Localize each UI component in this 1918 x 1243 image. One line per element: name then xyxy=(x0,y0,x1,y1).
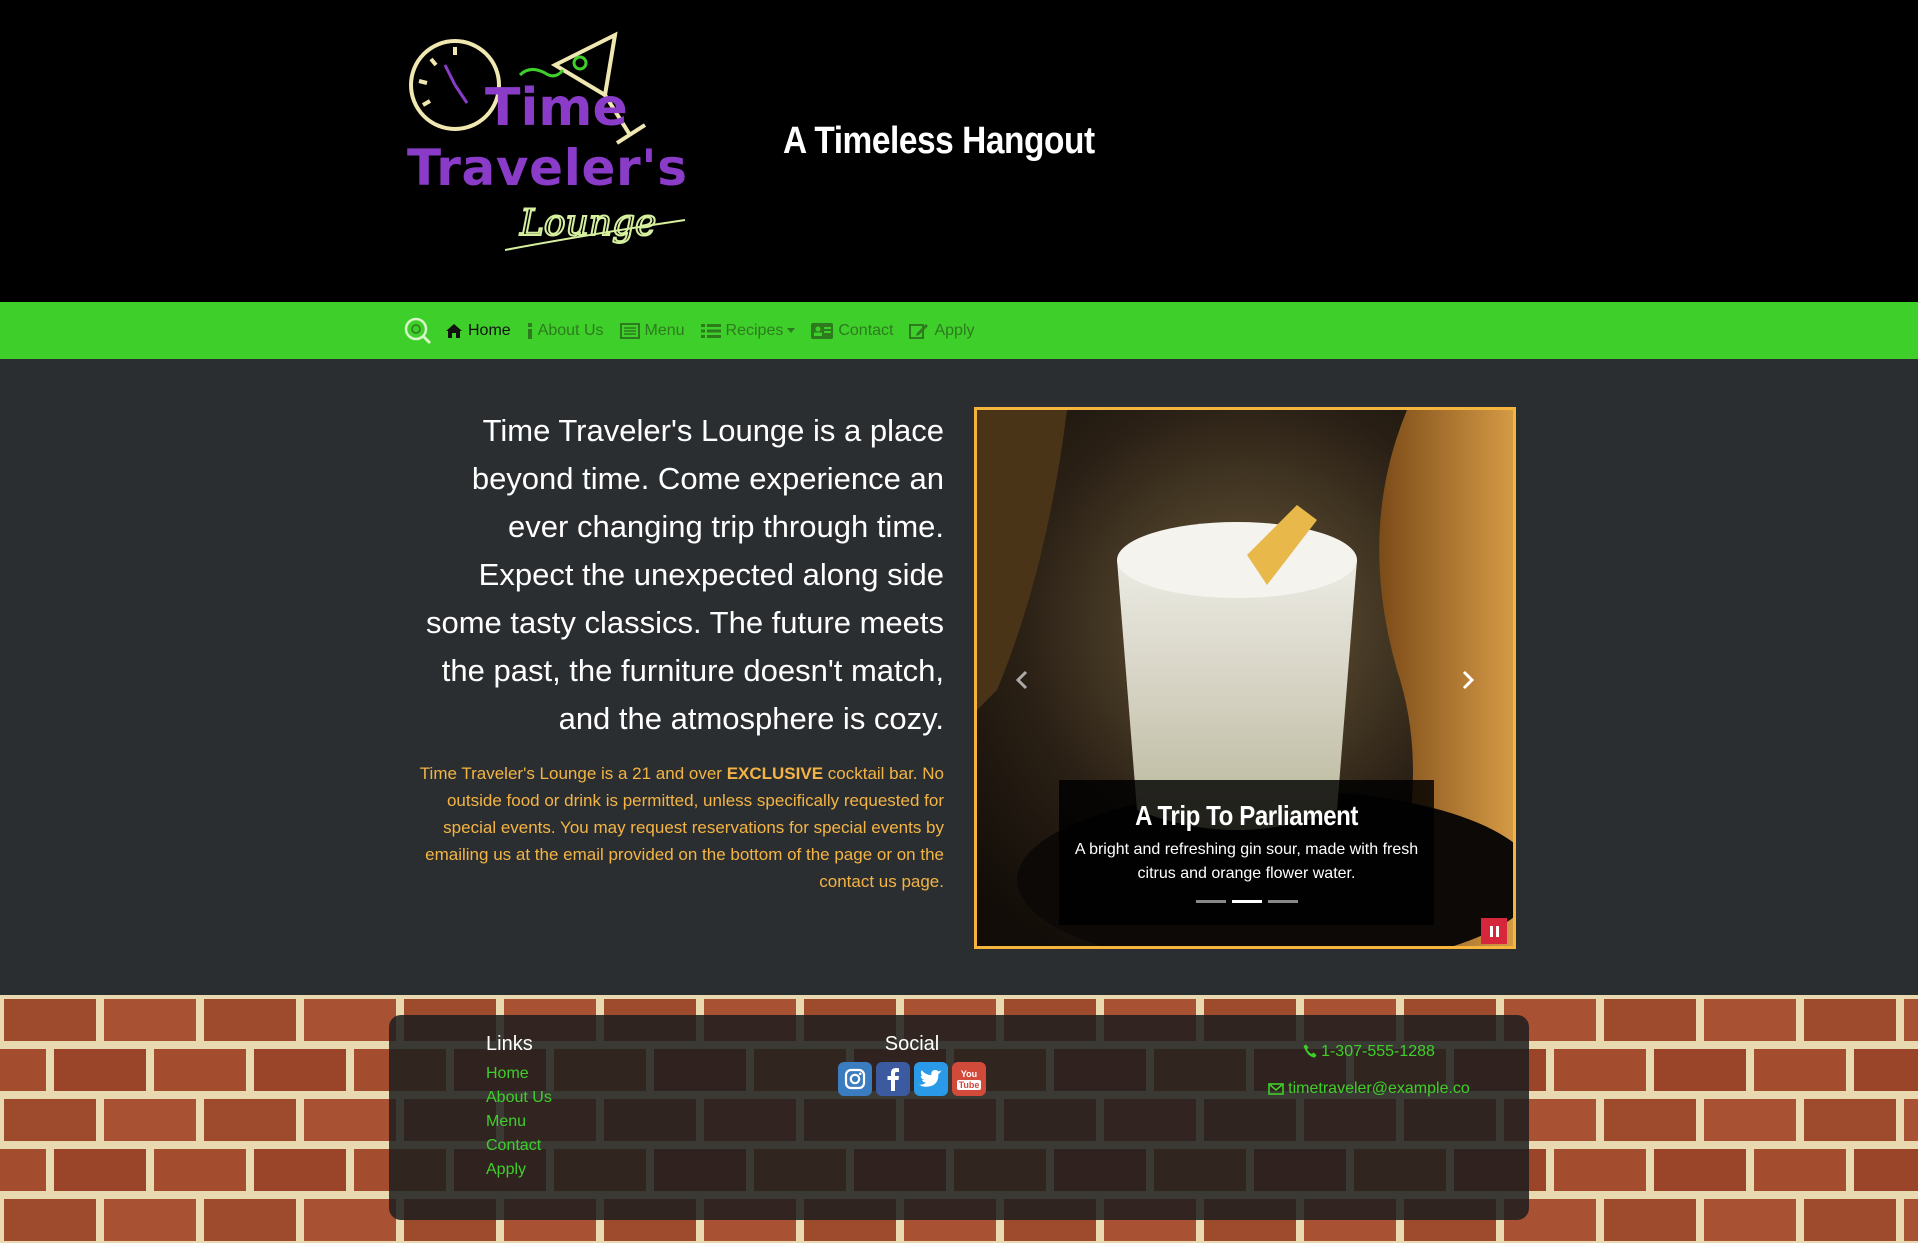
main-navbar: Home About Us Menu Recipes Contact Apply xyxy=(0,302,1918,359)
footer-links: Links Home About Us Menu Contact Apply xyxy=(486,1033,552,1182)
nav-menu-label: Menu xyxy=(644,321,685,339)
footer-email-link[interactable]: timetraveler@example.co xyxy=(1239,1080,1499,1098)
nav-contact-label: Contact xyxy=(838,321,894,339)
site-footer: Links Home About Us Menu Contact Apply S… xyxy=(0,995,1918,1243)
carousel-indicator-3[interactable] xyxy=(1267,900,1298,903)
footer-link-menu[interactable]: Menu xyxy=(486,1110,552,1134)
carousel-pause-button[interactable] xyxy=(1481,918,1507,944)
nav-home-label: Home xyxy=(468,321,511,339)
chevron-left-icon xyxy=(1015,670,1028,690)
main-content: Time Traveler's Lounge is a place beyond… xyxy=(0,359,1918,995)
footer-link-apply[interactable]: Apply xyxy=(486,1158,552,1182)
notice-text-part2: cocktail bar. No outside food or drink i… xyxy=(425,764,944,891)
footer-social-heading: Social xyxy=(884,1033,940,1055)
phone-icon xyxy=(1303,1044,1317,1058)
time-travelers-lounge-logo[interactable]: Time Traveler's Lounge xyxy=(405,25,690,265)
footer-phone: 1-307-555-1288 xyxy=(1321,1043,1435,1060)
twitter-icon[interactable] xyxy=(914,1062,948,1096)
footer-links-heading: Links xyxy=(486,1033,533,1055)
navbar-brand-icon[interactable] xyxy=(403,314,435,348)
nav-about-us-label: About Us xyxy=(537,321,604,339)
chevron-down-icon xyxy=(787,328,796,333)
info-icon xyxy=(527,322,532,339)
age-restriction-notice: Time Traveler's Lounge is a 21 and over … xyxy=(405,760,944,895)
nav-menu[interactable]: Menu xyxy=(619,321,685,340)
footer-link-home[interactable]: Home xyxy=(486,1062,552,1086)
notice-exclusive: EXCLUSIVE xyxy=(726,764,824,783)
carousel-indicator-1[interactable] xyxy=(1195,900,1226,903)
footer-link-contact[interactable]: Contact xyxy=(486,1134,552,1158)
edit-icon xyxy=(909,323,929,339)
carousel-previous-button[interactable] xyxy=(1007,665,1037,695)
carousel-indicator-2[interactable] xyxy=(1231,900,1262,903)
youtube-icon[interactable]: You Tube xyxy=(952,1062,986,1096)
youtube-text-tube: Tube xyxy=(956,1079,982,1090)
footer-email: timetraveler@example.co xyxy=(1288,1080,1470,1097)
home-icon xyxy=(446,323,462,338)
chevron-right-icon xyxy=(1462,670,1475,690)
drink-carousel[interactable]: A Trip To Parliament A bright and refres… xyxy=(974,407,1516,949)
list-icon xyxy=(700,323,721,338)
footer-link-about-us[interactable]: About Us xyxy=(486,1086,552,1110)
instagram-icon[interactable] xyxy=(838,1062,872,1096)
footer-social: Social You Tube xyxy=(837,1033,987,1096)
facebook-icon[interactable] xyxy=(876,1062,910,1096)
nav-contact[interactable]: Contact xyxy=(811,322,893,340)
site-tagline: A Timeless Hangout xyxy=(783,120,1095,162)
carousel-caption: A Trip To Parliament A bright and refres… xyxy=(1059,780,1434,925)
site-header: Time Traveler's Lounge A Timeless Hangou… xyxy=(0,0,1918,302)
nav-home[interactable]: Home xyxy=(445,322,511,340)
carousel-next-button[interactable] xyxy=(1453,665,1483,695)
pause-icon xyxy=(1489,925,1493,937)
envelope-icon xyxy=(1268,1083,1284,1095)
footer-phone-link[interactable]: 1-307-555-1288 xyxy=(1239,1043,1499,1061)
nav-apply[interactable]: Apply xyxy=(909,321,975,340)
footer-panel: Links Home About Us Menu Contact Apply S… xyxy=(389,1015,1529,1220)
nav-about-us[interactable]: About Us xyxy=(527,322,604,340)
address-card-icon xyxy=(811,322,834,339)
nav-recipes-label: Recipes xyxy=(725,321,784,339)
carousel-indicators xyxy=(1059,900,1434,903)
nav-recipes-dropdown[interactable]: Recipes xyxy=(700,321,796,340)
list-alt-icon xyxy=(619,322,640,339)
logo-word-time: Time xyxy=(485,78,628,138)
footer-contact: 1-307-555-1288 timetraveler@example.co xyxy=(1239,1043,1499,1117)
caption-title: A Trip To Parliament xyxy=(1135,800,1358,831)
logo-word-lounge: Lounge xyxy=(519,203,656,244)
caption-text: A bright and refreshing gin sour, made w… xyxy=(1074,841,1419,882)
nav-apply-label: Apply xyxy=(934,321,975,339)
notice-text-part1: Time Traveler's Lounge is a 21 and over xyxy=(419,764,727,783)
intro-paragraph: Time Traveler's Lounge is a place beyond… xyxy=(425,413,944,736)
logo-word-travelers: Traveler's xyxy=(407,139,687,197)
youtube-text-you: You xyxy=(960,1068,978,1079)
